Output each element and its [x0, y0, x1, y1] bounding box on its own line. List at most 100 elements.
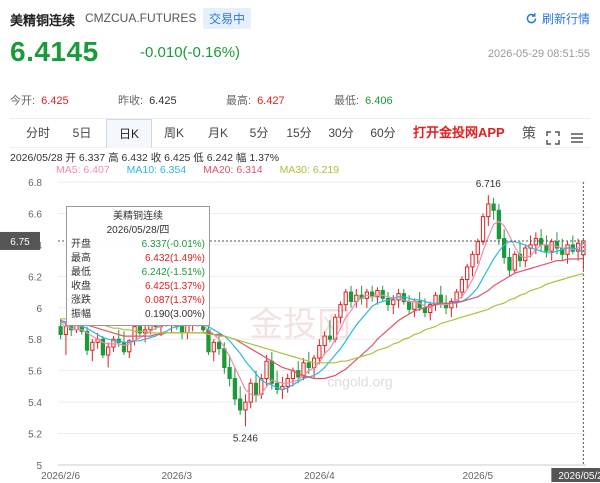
tooltip-row: 最高 6.432(1.49%) [71, 252, 205, 266]
candle-body [322, 335, 327, 347]
tooltip-row-value: 0.087(1.37%) [144, 295, 205, 306]
ma20-label: MA20: 6.314 [203, 164, 263, 176]
candle-body [264, 360, 269, 380]
stat-high: 最高: 6.427 [226, 92, 285, 108]
tooltip-row-label: 开盘 [71, 239, 91, 250]
tooltip-row: 开盘 6.337(-0.01%) [71, 238, 205, 252]
tooltip-row-value: 6.432(1.49%) [144, 253, 205, 264]
candle-body [106, 346, 111, 356]
candle-body [232, 378, 238, 400]
watermark-url: cngold.org [327, 373, 392, 389]
candle-body [243, 401, 248, 411]
y-tick-label: 5.4 [28, 398, 42, 409]
candle-body [459, 278, 465, 293]
candle-body [496, 209, 502, 240]
candle-body [491, 203, 496, 211]
candle-body [512, 253, 517, 271]
tooltip-row-value: 6.425(1.37%) [144, 281, 205, 292]
ma10-label: MA10: 6.354 [126, 164, 187, 176]
tooltip-row-label: 最高 [71, 253, 91, 264]
tab-60min[interactable]: 60分 [364, 119, 402, 147]
x-tick-label: 2026/5 [462, 471, 493, 482]
candle-body [406, 300, 412, 310]
stat-value: 6.406 [365, 95, 393, 107]
tab-intraday[interactable]: 分时 [18, 119, 58, 147]
candle-body [227, 367, 232, 380]
candle-body [211, 341, 216, 353]
candle-tooltip: 美精铜连续 2026/05/28/四 开盘 6.337(-0.01%) 最高 6.4… [66, 206, 210, 326]
stat-value: 6.427 [257, 95, 285, 107]
y-tick-label: 6.8 [28, 178, 42, 189]
ma-legend: MA5: 6.407 MA10: 6.354 MA20: 6.314 MA30:… [56, 164, 353, 176]
candle-body [63, 326, 69, 336]
ma5-label: MA5: 6.407 [56, 164, 110, 176]
candle-body [90, 341, 95, 351]
y-tick-label: 6.2 [28, 272, 42, 283]
tab-weekly-k[interactable]: 周K [154, 119, 194, 147]
candle-body [538, 238, 544, 246]
candle-body [222, 348, 227, 369]
menu-icon[interactable] [570, 126, 584, 143]
candle-body [306, 362, 311, 369]
refresh-icon [526, 13, 537, 24]
tooltip-row-label: 振幅 [71, 309, 91, 320]
x-tick-label: 2026/4 [304, 471, 335, 482]
stat-label: 最高: [226, 95, 252, 107]
stat-value: 6.425 [149, 95, 177, 107]
crosshair-value-label: 6.75 [10, 237, 30, 248]
tab-monthly-k[interactable]: 月K [198, 119, 238, 147]
candle-body [132, 326, 137, 342]
x-tick-label: 2026/2/6 [41, 471, 80, 482]
x-cursor-label: 2026/05/28 [558, 471, 600, 482]
tooltip-row-label: 涨跌 [71, 295, 91, 306]
open-app-link[interactable]: 打开金投网APP [413, 119, 505, 147]
x-tick-label: 2026/3 [162, 471, 193, 482]
candle-body [475, 241, 480, 255]
tooltip-title: 美精铜连续 [113, 211, 163, 222]
y-tick-label: 6 [36, 304, 42, 315]
stat-label: 最低: [334, 95, 360, 107]
candle-body [317, 345, 322, 359]
tab-5min[interactable]: 5分 [242, 119, 276, 147]
tooltip-row-label: 收盘 [71, 281, 91, 292]
tooltip-row: 最低 6.242(-1.51%) [71, 266, 205, 280]
tooltip-date: 2026/05/28/四 [106, 225, 170, 236]
tooltip-row-value: 6.337(-0.01%) [141, 239, 205, 250]
annotation-low: 5.246 [233, 433, 258, 444]
last-price: 6.4145 [10, 36, 99, 67]
refresh-label: 刷新行情 [541, 12, 590, 26]
quote-timestamp: 2026-05-29 08:51:55 [487, 48, 590, 60]
tab-30min[interactable]: 30分 [322, 119, 360, 147]
candle-body [327, 335, 333, 340]
candle-body [486, 203, 491, 218]
period-tabs: 分时 5日 日K 周K 月K 5分 15分 30分 60分 打开金投网APP 策 [10, 118, 590, 148]
candle-body [391, 299, 396, 306]
annotation-high: 6.716 [476, 179, 501, 190]
tab-daily-k[interactable]: 日K [106, 119, 152, 148]
candle-body [238, 398, 243, 411]
stat-label: 今开: [10, 95, 36, 107]
candle-body [523, 247, 528, 262]
candle-body [121, 341, 127, 353]
candle-body [533, 238, 538, 246]
y-tick-label: 5.2 [28, 430, 42, 441]
candle-body [465, 266, 470, 280]
y-tick-label: 6.6 [28, 209, 42, 220]
candle-body [480, 216, 486, 243]
expand-icon[interactable] [546, 126, 560, 145]
strategy-button[interactable]: 策 [522, 119, 536, 147]
candle-body [253, 382, 259, 395]
tooltip-row-value: 6.242(-1.51%) [141, 267, 205, 278]
y-tick-label: 5.8 [28, 335, 42, 346]
candle-body [549, 241, 554, 252]
stat-open: 今开: 6.425 [10, 92, 69, 108]
tooltip-row: 涨跌 0.087(1.37%) [71, 294, 205, 308]
tab-15min[interactable]: 15分 [280, 119, 318, 147]
candle-body [507, 256, 512, 271]
refresh-button[interactable]: 刷新行情 [525, 10, 590, 27]
ma30-label: MA30: 6.219 [279, 164, 340, 176]
y-tick-label: 5.6 [28, 367, 42, 378]
instrument-name: 美精铜连续 [10, 13, 76, 28]
candle-body [544, 244, 549, 252]
tab-5day[interactable]: 5日 [62, 119, 102, 147]
